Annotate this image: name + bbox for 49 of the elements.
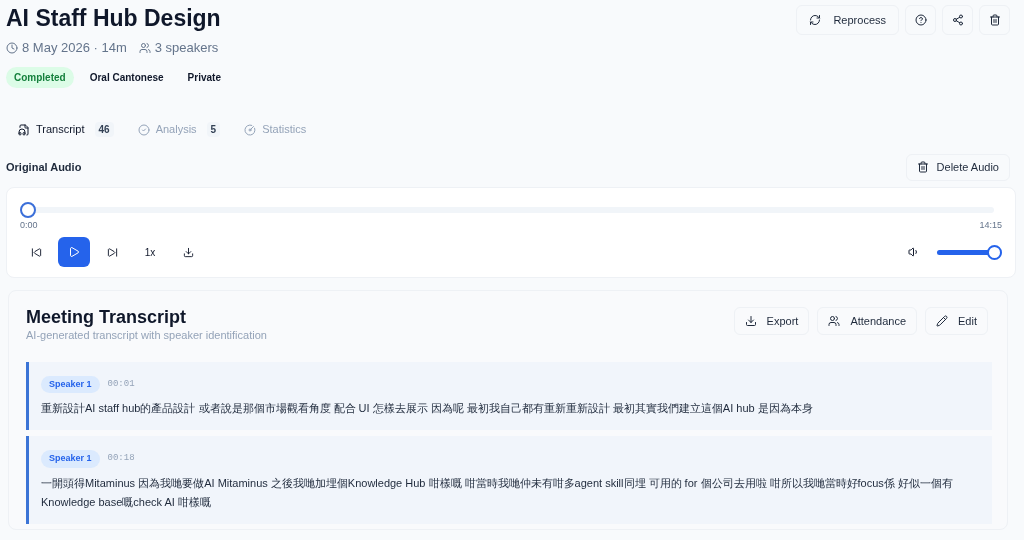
progress-thumb[interactable] (20, 201, 36, 218)
export-button[interactable]: Export (733, 307, 810, 335)
section-title: Original Audio (6, 159, 82, 175)
clock-icon (6, 41, 18, 54)
tab-count: 5 (206, 122, 221, 137)
help-button[interactable] (905, 5, 936, 35)
volume-icon (908, 246, 920, 258)
help-icon (914, 14, 927, 26)
transcript-text: 一開頭得Mitaminus 因為我哋要做AI Mitaminus 之後我哋加埋個Knowledge Hub 咁樣嘅 咁當時我哋仲未有咁多agent skill同埋 可用的 for 個公司去用啦 咁所以我哋當時好focus係 好似一個有 Knowledge base嘅check AI 咁樣嘅 (41, 475, 954, 510)
delete-button[interactable] (979, 5, 1010, 35)
status-badge: Completed (6, 66, 74, 88)
download-icon (182, 246, 194, 258)
transcript-title: Meeting Transcript (26, 307, 188, 327)
trash-icon (988, 14, 1001, 26)
delete-audio-button[interactable]: Delete Audio (905, 153, 1010, 181)
skip-back-icon (30, 246, 42, 258)
speaker-count: 3 speakers (154, 39, 219, 57)
trash-icon (916, 161, 929, 173)
download-icon (744, 315, 757, 327)
check-circle-icon (137, 123, 150, 136)
speaker-badge: Speaker 1 (41, 450, 100, 468)
share-icon (951, 14, 964, 26)
tab[interactable]: Transcript 46 (12, 121, 120, 138)
play-icon (68, 246, 80, 258)
transcript-subtitle: AI-generated transcript with speaker identification (26, 328, 267, 343)
edit-button[interactable]: Edit (925, 307, 988, 335)
tab[interactable]: Analysis 5 (131, 121, 227, 138)
users-icon (828, 315, 841, 327)
reprocess-button[interactable]: Reprocess (796, 5, 899, 35)
duration: 14:15 (979, 218, 1002, 232)
tab-count: 46 (94, 122, 114, 137)
transcript-text: 重新設計AI staff hub的產品設計 或者說是那個市場觀看角度 配合 UI 怎樣去展示 因為呢 最初我自己都有重新重新設計 最初其實我們建立這個AI hub 是因為本身 (41, 401, 814, 416)
skip-forward-icon (106, 246, 118, 258)
speed-button[interactable]: 1x (134, 237, 166, 267)
meeting-date: 8 May 2026 · 14m (22, 39, 127, 57)
page-title: AI Staff Hub Design (6, 4, 222, 33)
pencil-icon (936, 315, 949, 327)
users-icon (138, 41, 151, 54)
gauge-icon (244, 123, 257, 136)
timestamp: 00:01 (107, 377, 135, 391)
refresh-icon (809, 14, 822, 26)
play-button[interactable] (58, 237, 90, 267)
volume-thumb[interactable] (987, 244, 1002, 260)
file-audio-icon (18, 123, 30, 136)
share-button[interactable] (942, 5, 973, 35)
timestamp: 00:18 (107, 452, 135, 465)
speaker-badge: Speaker 1 (41, 375, 100, 393)
current-time: 0:00 (20, 218, 38, 232)
attendance-button[interactable]: Attendance (817, 307, 918, 335)
